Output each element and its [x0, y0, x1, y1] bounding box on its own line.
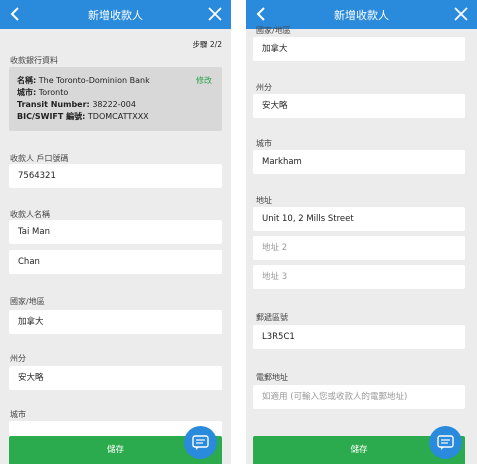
address-line1-field[interactable]: Unit 10, 2 Mills Street [253, 207, 465, 231]
country-field[interactable]: 加拿大 [9, 310, 222, 334]
postal-code-field[interactable]: L3R5C1 [253, 325, 465, 349]
edit-bank-link[interactable]: 修改 [196, 75, 212, 87]
page-title: 新增收款人 [88, 9, 143, 22]
email-label: 電郵地址 [256, 373, 288, 382]
swift-row: BIC/SWIFT 編號: TDOMCATTXXX [17, 112, 149, 121]
close-icon[interactable] [208, 7, 222, 21]
chat-button[interactable] [184, 426, 217, 459]
country-label: 國家/地區 [256, 26, 291, 35]
email-field[interactable]: 如適用 (可輸入您或收款人的電郵地址) [253, 385, 465, 409]
chat-bubble-icon [437, 435, 454, 450]
country-field[interactable]: 加拿大 [253, 37, 465, 61]
bank-name-row: 名稱: The Toronto-Dominion Bank [17, 76, 150, 85]
address-label: 地址 [256, 196, 272, 205]
chat-button[interactable] [429, 426, 462, 459]
city-field[interactable]: Markham [253, 150, 465, 174]
close-icon[interactable] [454, 7, 468, 21]
right-screen: 新增收款人 國家/地區 加拿大 州分 安大略 城市 Markham 地址 Uni… [246, 0, 477, 464]
first-name-field[interactable]: Tai Man [9, 220, 222, 244]
city-label: 城市 [10, 410, 26, 419]
state-label: 州分 [10, 354, 26, 363]
transit-number-row: Transit Number: 38222-004 [17, 100, 136, 109]
postal-code-label: 郵遞區號 [256, 313, 288, 322]
account-number-label: 收款人 戶口號碼 [10, 154, 69, 163]
account-number-field[interactable]: 7564321 [9, 164, 222, 188]
bank-city-row: 城市: Toronto [17, 88, 69, 97]
state-field[interactable]: 安大略 [253, 94, 465, 118]
step-indicator: 步驟 2/2 [192, 40, 222, 49]
page-title: 新增收款人 [334, 9, 389, 22]
address-line3-field[interactable]: 地址 3 [253, 265, 465, 289]
country-label: 國家/地區 [10, 297, 45, 306]
bank-info-card: 名稱: The Toronto-Dominion Bank 城市: Toront… [9, 67, 222, 131]
state-field[interactable]: 安大略 [9, 366, 222, 390]
bank-section-label: 收款銀行資料 [10, 56, 58, 65]
last-name-field[interactable]: Chan [9, 250, 222, 274]
left-screen: 新增收款人 步驟 2/2 收款銀行資料 名稱: The Toronto-Domi… [0, 0, 231, 464]
chat-bubble-icon [192, 435, 209, 450]
app-bar: 新增收款人 [0, 0, 231, 29]
payee-name-label: 收款人名稱 [10, 210, 50, 219]
city-label: 城市 [256, 139, 272, 148]
address-line2-field[interactable]: 地址 2 [253, 236, 465, 260]
state-label: 州分 [256, 83, 272, 92]
